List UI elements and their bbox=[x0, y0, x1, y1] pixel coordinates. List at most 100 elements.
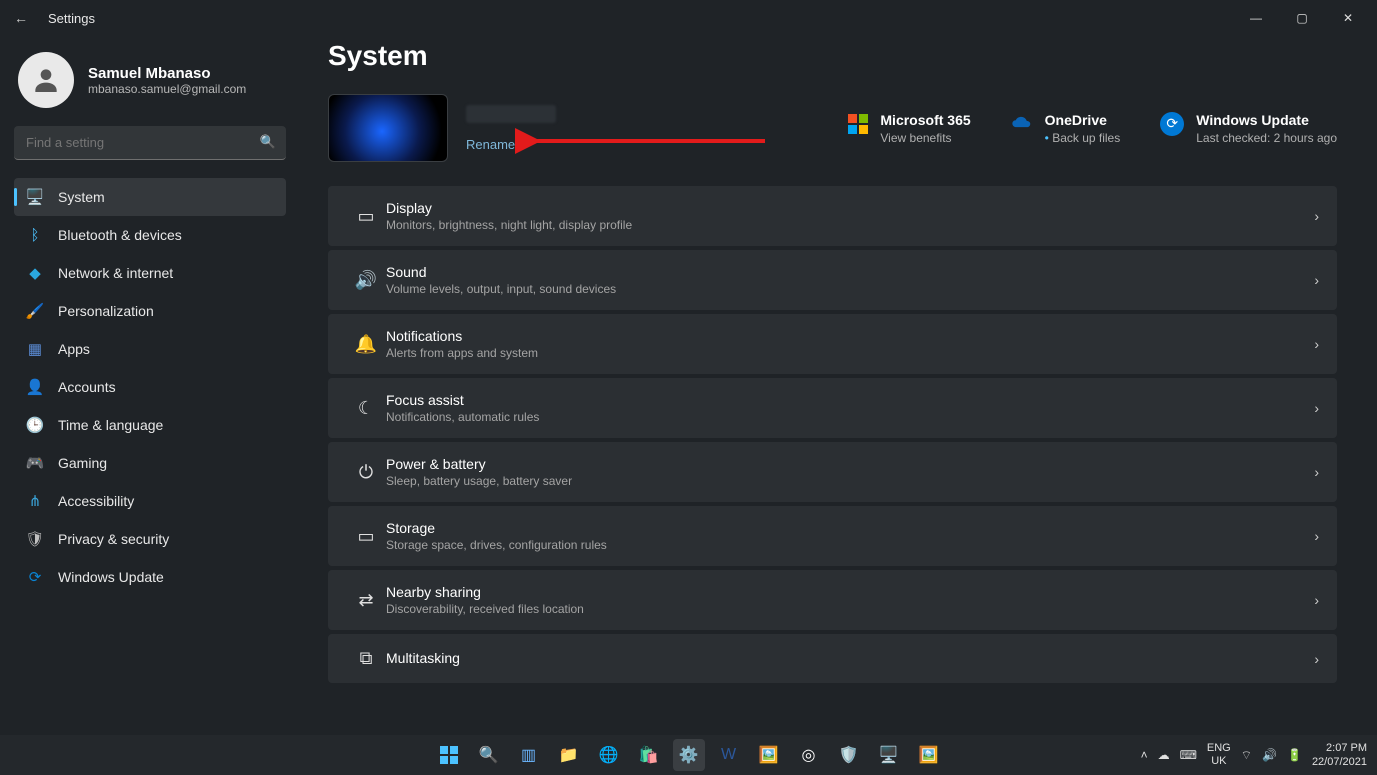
nav-icon: 👤 bbox=[26, 378, 44, 396]
windows-update-icon: ⟳ bbox=[1160, 112, 1184, 136]
tray-keyboard-icon[interactable]: ⌨ bbox=[1180, 748, 1197, 762]
ms365-sub: View benefits bbox=[880, 131, 970, 145]
app-1-button[interactable]: 🖥️ bbox=[873, 739, 905, 771]
card-title: Display bbox=[386, 200, 632, 216]
link-windows-update[interactable]: ⟳ Windows Update Last checked: 2 hours a… bbox=[1160, 112, 1337, 145]
taskbar-search[interactable]: 🔍 bbox=[473, 739, 505, 771]
nav-item-personalization[interactable]: 🖌️Personalization bbox=[14, 292, 286, 330]
task-view-button[interactable]: ▥ bbox=[513, 739, 545, 771]
card-subtitle: Discoverability, received files location bbox=[386, 602, 584, 616]
rename-link[interactable]: Rename bbox=[466, 137, 556, 152]
back-button[interactable]: ← bbox=[6, 10, 36, 26]
nav-item-gaming[interactable]: 🎮Gaming bbox=[14, 444, 286, 482]
tray-chevron-icon[interactable]: ˄ bbox=[1141, 748, 1148, 762]
nav-label: Privacy & security bbox=[58, 531, 169, 547]
card-subtitle: Monitors, brightness, night light, displ… bbox=[386, 218, 632, 232]
card-focus-assist[interactable]: ☾Focus assistNotifications, automatic ru… bbox=[328, 378, 1337, 438]
nav-icon: ᛒ bbox=[26, 227, 44, 244]
tray-battery-icon[interactable]: 🔋 bbox=[1287, 748, 1302, 762]
card-subtitle: Sleep, battery usage, battery saver bbox=[386, 474, 572, 488]
card-title: Power & battery bbox=[386, 456, 572, 472]
start-button[interactable] bbox=[433, 739, 465, 771]
card-multitasking[interactable]: ⧉Multitasking› bbox=[328, 634, 1337, 683]
sidebar: Samuel Mbanaso mbanaso.samuel@gmail.com … bbox=[0, 36, 300, 735]
onedrive-icon bbox=[1011, 116, 1033, 130]
close-button[interactable]: ✕ bbox=[1325, 3, 1371, 33]
chevron-right-icon: › bbox=[1314, 592, 1319, 608]
security-button[interactable]: 🛡️ bbox=[833, 739, 865, 771]
nav-item-accounts[interactable]: 👤Accounts bbox=[14, 368, 286, 406]
nav-item-privacy-security[interactable]: 🛡 Privacy & security bbox=[14, 520, 286, 558]
card-sound[interactable]: 🔊SoundVolume levels, output, input, soun… bbox=[328, 250, 1337, 310]
nav-icon: 🛡 bbox=[26, 530, 44, 548]
chevron-right-icon: › bbox=[1314, 336, 1319, 352]
card-icon: 🔊 bbox=[346, 270, 386, 291]
tray-clock[interactable]: 2:07 PM22/07/2021 bbox=[1312, 741, 1367, 769]
word-button[interactable]: W bbox=[713, 739, 745, 771]
titlebar: ← Settings — ▢ ✕ bbox=[0, 0, 1377, 36]
nav-icon: ⟳ bbox=[26, 568, 44, 586]
search-icon: 🔍 bbox=[260, 134, 276, 150]
avatar bbox=[18, 52, 74, 108]
taskbar: 🔍 ▥ 📁 🌐 🛍️ ⚙️ W 🖼️ ◎ 🛡️ 🖥️ 🖼️ ˄ ☁ ⌨ ENGU… bbox=[0, 735, 1377, 775]
card-icon: ⇄ bbox=[346, 590, 386, 611]
user-block[interactable]: Samuel Mbanaso mbanaso.samuel@gmail.com bbox=[14, 46, 286, 126]
nav-item-windows-update[interactable]: ⟳Windows Update bbox=[14, 558, 286, 596]
nav-item-time-language[interactable]: 🕒Time & language bbox=[14, 406, 286, 444]
minimize-button[interactable]: — bbox=[1233, 3, 1279, 33]
photos-button[interactable]: 🖼️ bbox=[753, 739, 785, 771]
store-button[interactable]: 🛍️ bbox=[633, 739, 665, 771]
link-onedrive[interactable]: OneDrive Back up files bbox=[1011, 112, 1121, 145]
file-explorer-button[interactable]: 📁 bbox=[553, 739, 585, 771]
chrome-button[interactable]: ◎ bbox=[793, 739, 825, 771]
settings-taskbar-button[interactable]: ⚙️ bbox=[673, 739, 705, 771]
nav-label: Accessibility bbox=[58, 493, 134, 509]
nav-item-apps[interactable]: ▦Apps bbox=[14, 330, 286, 368]
nav-label: Network & internet bbox=[58, 265, 173, 281]
settings-cards: ▭Display Monitors, brightness, night ligh… bbox=[328, 186, 1337, 683]
tray-language[interactable]: ENGUK bbox=[1207, 742, 1231, 768]
tray-wifi-icon[interactable]: ⌔ bbox=[1241, 748, 1252, 763]
chevron-right-icon: › bbox=[1314, 464, 1319, 480]
card-nearby-sharing[interactable]: ⇄Nearby sharing Discoverability, received… bbox=[328, 570, 1337, 630]
window-title: Settings bbox=[48, 11, 95, 26]
card-display[interactable]: ▭Display Monitors, brightness, night ligh… bbox=[328, 186, 1337, 246]
card-icon: ⧉ bbox=[346, 648, 386, 669]
card-icon: 🔔 bbox=[346, 334, 386, 355]
card-title: Sound bbox=[386, 264, 616, 280]
tray-volume-icon[interactable]: 🔊 bbox=[1262, 748, 1277, 762]
nav-label: Gaming bbox=[58, 455, 107, 471]
onedrive-title: OneDrive bbox=[1045, 112, 1121, 128]
link-microsoft-365[interactable]: Microsoft 365 View benefits bbox=[848, 112, 970, 145]
nav-icon: 🖌️ bbox=[26, 302, 44, 320]
card-title: Multitasking bbox=[386, 650, 460, 666]
device-header: Rename Microsoft 365 View benefits OneDr… bbox=[328, 94, 1337, 162]
device-thumbnail bbox=[328, 94, 448, 162]
edge-button[interactable]: 🌐 bbox=[593, 739, 625, 771]
app-2-button[interactable]: 🖼️ bbox=[913, 739, 945, 771]
search-input[interactable] bbox=[14, 126, 286, 160]
card-subtitle: Storage space, drives, configuration rul… bbox=[386, 538, 607, 552]
maximize-button[interactable]: ▢ bbox=[1279, 3, 1325, 33]
nav-item-bluetooth-devices[interactable]: ᛒ Bluetooth & devices bbox=[14, 216, 286, 254]
nav-item-system[interactable]: 🖥️System bbox=[14, 178, 286, 216]
nav-list: 🖥️System ᛒ Bluetooth & devices ◆ Network & i… bbox=[14, 178, 286, 596]
nav-label: Bluetooth & devices bbox=[58, 227, 182, 243]
nav-item-accessibility[interactable]: ⋔ Accessibility bbox=[14, 482, 286, 520]
ms365-title: Microsoft 365 bbox=[880, 112, 970, 128]
nav-icon: ◆ bbox=[26, 264, 44, 282]
tray-onedrive-icon[interactable]: ☁ bbox=[1158, 748, 1170, 762]
card-power-battery[interactable]: ⏻Power & batterySleep, battery usage, ba… bbox=[328, 442, 1337, 502]
user-email: mbanaso.samuel@gmail.com bbox=[88, 82, 246, 96]
wupd-sub: Last checked: 2 hours ago bbox=[1196, 131, 1337, 145]
card-notifications[interactable]: 🔔NotificationsAlerts from apps and syste… bbox=[328, 314, 1337, 374]
card-icon: ▭ bbox=[346, 206, 386, 227]
card-storage[interactable]: ▭StorageStorage space, drives, configura… bbox=[328, 506, 1337, 566]
search-wrapper: 🔍 bbox=[14, 126, 286, 160]
system-tray[interactable]: ˄ ☁ ⌨ ENGUK ⌔ 🔊 🔋 2:07 PM22/07/2021 bbox=[1141, 741, 1367, 769]
card-title: Nearby sharing bbox=[386, 584, 584, 600]
card-subtitle: Alerts from apps and system bbox=[386, 346, 538, 360]
device-name-blurred bbox=[466, 105, 556, 123]
nav-item-network-internet[interactable]: ◆ Network & internet bbox=[14, 254, 286, 292]
nav-icon: ⋔ bbox=[26, 492, 44, 510]
